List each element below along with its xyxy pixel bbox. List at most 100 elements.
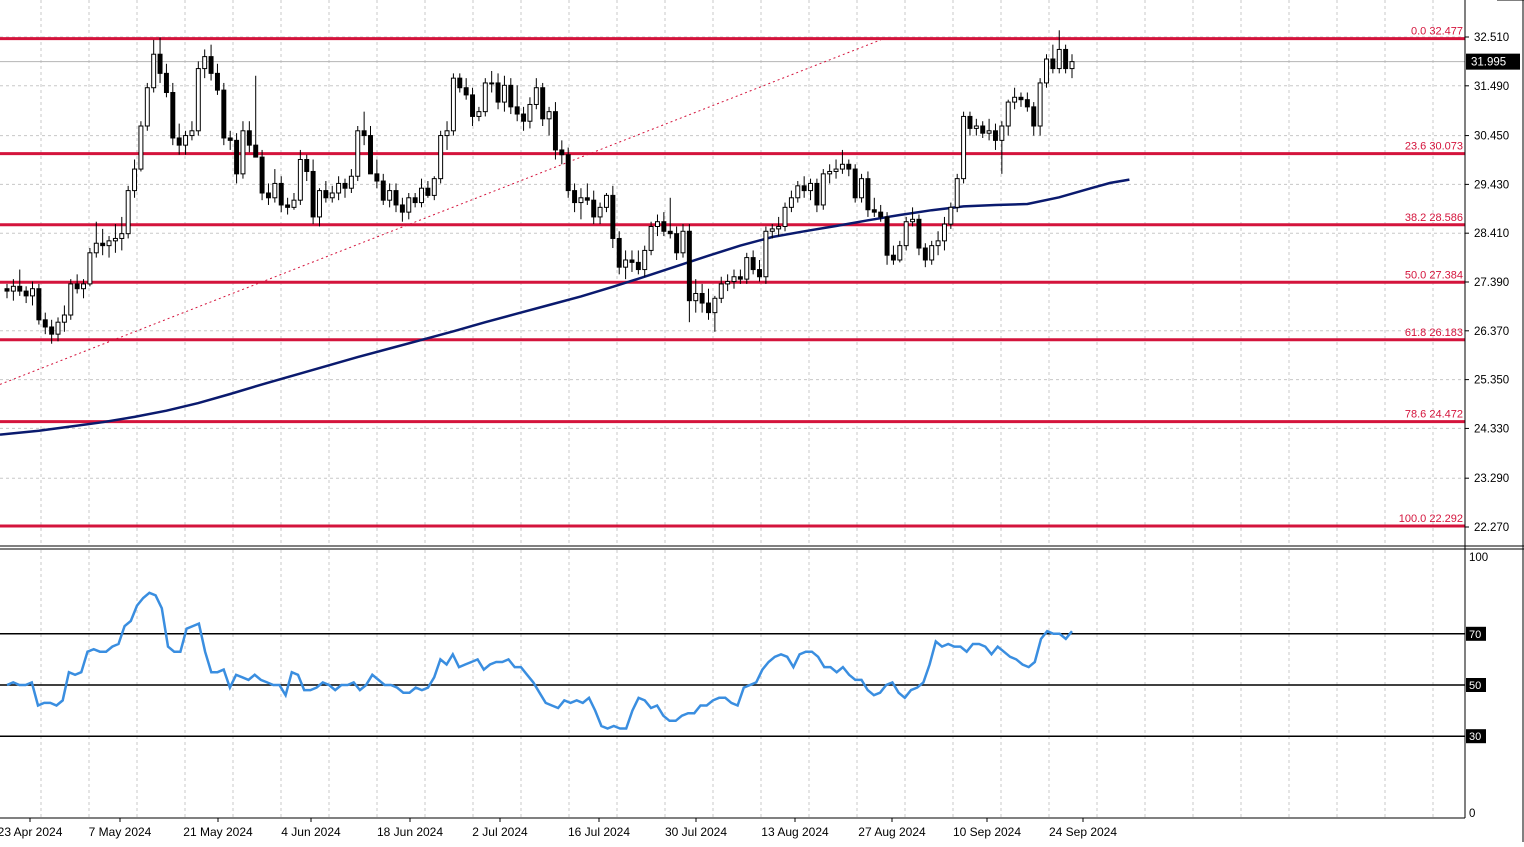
candle-body xyxy=(648,225,654,251)
candle-body xyxy=(259,156,265,194)
candle xyxy=(1063,44,1069,74)
candle-body xyxy=(916,218,922,249)
candle xyxy=(820,169,826,210)
candle-body xyxy=(234,139,240,175)
candle-body xyxy=(1069,61,1075,70)
candle-body xyxy=(119,233,125,239)
candle-body xyxy=(680,230,686,254)
candle-body xyxy=(285,204,291,208)
price-tick-label: 22.270 xyxy=(1474,522,1509,534)
price-tick-label: 25.350 xyxy=(1474,375,1509,387)
candle-body xyxy=(1005,101,1011,127)
time-tick-label: 27 Aug 2024 xyxy=(858,825,926,839)
fib-level-label: 50.0 27.384 xyxy=(1405,269,1463,281)
candle-body xyxy=(151,53,157,89)
candle-body xyxy=(36,288,42,321)
price-tick-label: 23.290 xyxy=(1474,473,1509,485)
candle xyxy=(221,82,227,146)
candle-body xyxy=(852,168,858,199)
candle-body xyxy=(202,56,208,70)
candle xyxy=(852,164,858,203)
candle-body xyxy=(725,281,731,285)
candle-body xyxy=(431,178,437,196)
candle-body xyxy=(941,223,947,242)
candle-body xyxy=(1031,106,1037,127)
candle-body xyxy=(635,261,641,271)
candle-body xyxy=(1037,82,1043,127)
candle-body xyxy=(68,283,74,316)
price-tick-label: 31.490 xyxy=(1474,81,1509,93)
candle-body xyxy=(495,82,501,103)
candle-body xyxy=(355,130,361,177)
candle-body xyxy=(655,221,660,227)
candle-body xyxy=(214,72,220,91)
candle-body xyxy=(935,240,941,247)
candle xyxy=(195,61,201,136)
candle-body xyxy=(559,149,565,156)
candle xyxy=(438,130,444,184)
candle-body xyxy=(132,168,138,192)
candle-body xyxy=(833,168,839,172)
time-tick-label: 18 Jun 2024 xyxy=(377,825,443,839)
fib-level-label: 0.0 32.477 xyxy=(1411,26,1463,38)
candle-body xyxy=(87,252,93,285)
candle-body xyxy=(470,94,476,117)
candle-body xyxy=(814,182,820,206)
candle-body xyxy=(438,135,444,180)
candle-body xyxy=(948,206,954,225)
candle xyxy=(859,173,865,203)
candle-body xyxy=(769,228,775,232)
chart-root: 0.0 32.477 23.6 30.073 38.2 28.586 50.0 27.… xyxy=(0,0,1524,842)
candle-body xyxy=(1056,48,1062,70)
fib-level-label: 61.8 26.183 xyxy=(1405,327,1463,339)
candle-body xyxy=(61,314,67,323)
candle-body xyxy=(17,285,23,292)
chart-svg: 0.0 32.477 23.6 30.073 38.2 28.586 50.0 27.… xyxy=(0,0,1524,842)
candle-body xyxy=(10,285,16,292)
candle-body xyxy=(412,197,418,204)
price-tick-label: 27.390 xyxy=(1474,277,1509,289)
candle-body xyxy=(776,225,782,230)
candle-body xyxy=(253,144,259,158)
candle-body xyxy=(546,111,552,120)
candle xyxy=(954,173,960,213)
candle-body xyxy=(227,137,233,141)
candle-body xyxy=(323,190,329,199)
candle-body xyxy=(890,254,896,261)
candle xyxy=(782,202,788,232)
candle xyxy=(144,82,150,131)
candle-body xyxy=(572,190,578,204)
candle-body xyxy=(374,173,380,182)
candle-body xyxy=(272,182,278,199)
candle-body xyxy=(584,197,590,201)
candle-body xyxy=(1024,99,1030,108)
candle-body xyxy=(801,185,807,192)
candle-body xyxy=(795,185,801,199)
price-tick-label: 32.510 xyxy=(1474,32,1509,44)
candle-body xyxy=(750,257,756,271)
candle-body xyxy=(871,209,877,213)
candle-body xyxy=(999,125,1005,141)
candle-body xyxy=(368,135,373,175)
candle-body xyxy=(482,82,488,113)
candle-body xyxy=(342,182,348,189)
candle-body xyxy=(444,130,450,137)
candle-body xyxy=(980,125,986,134)
candle-body xyxy=(782,206,788,227)
candle-body xyxy=(317,190,322,218)
candle-body xyxy=(521,113,527,122)
candle-body xyxy=(163,72,169,94)
candle-body xyxy=(157,53,163,74)
candle-body xyxy=(1018,96,1024,101)
time-tick-label: 21 May 2024 xyxy=(183,825,253,839)
candle-body xyxy=(176,137,182,146)
candle-body xyxy=(42,319,48,328)
candle xyxy=(482,78,488,117)
candle-body xyxy=(221,89,227,139)
candle xyxy=(565,147,571,198)
candle-body xyxy=(603,194,609,208)
rsi-level-label: 50 xyxy=(1469,680,1481,692)
candle-body xyxy=(106,240,112,247)
candle-body xyxy=(361,130,367,137)
candle-body xyxy=(718,283,724,299)
